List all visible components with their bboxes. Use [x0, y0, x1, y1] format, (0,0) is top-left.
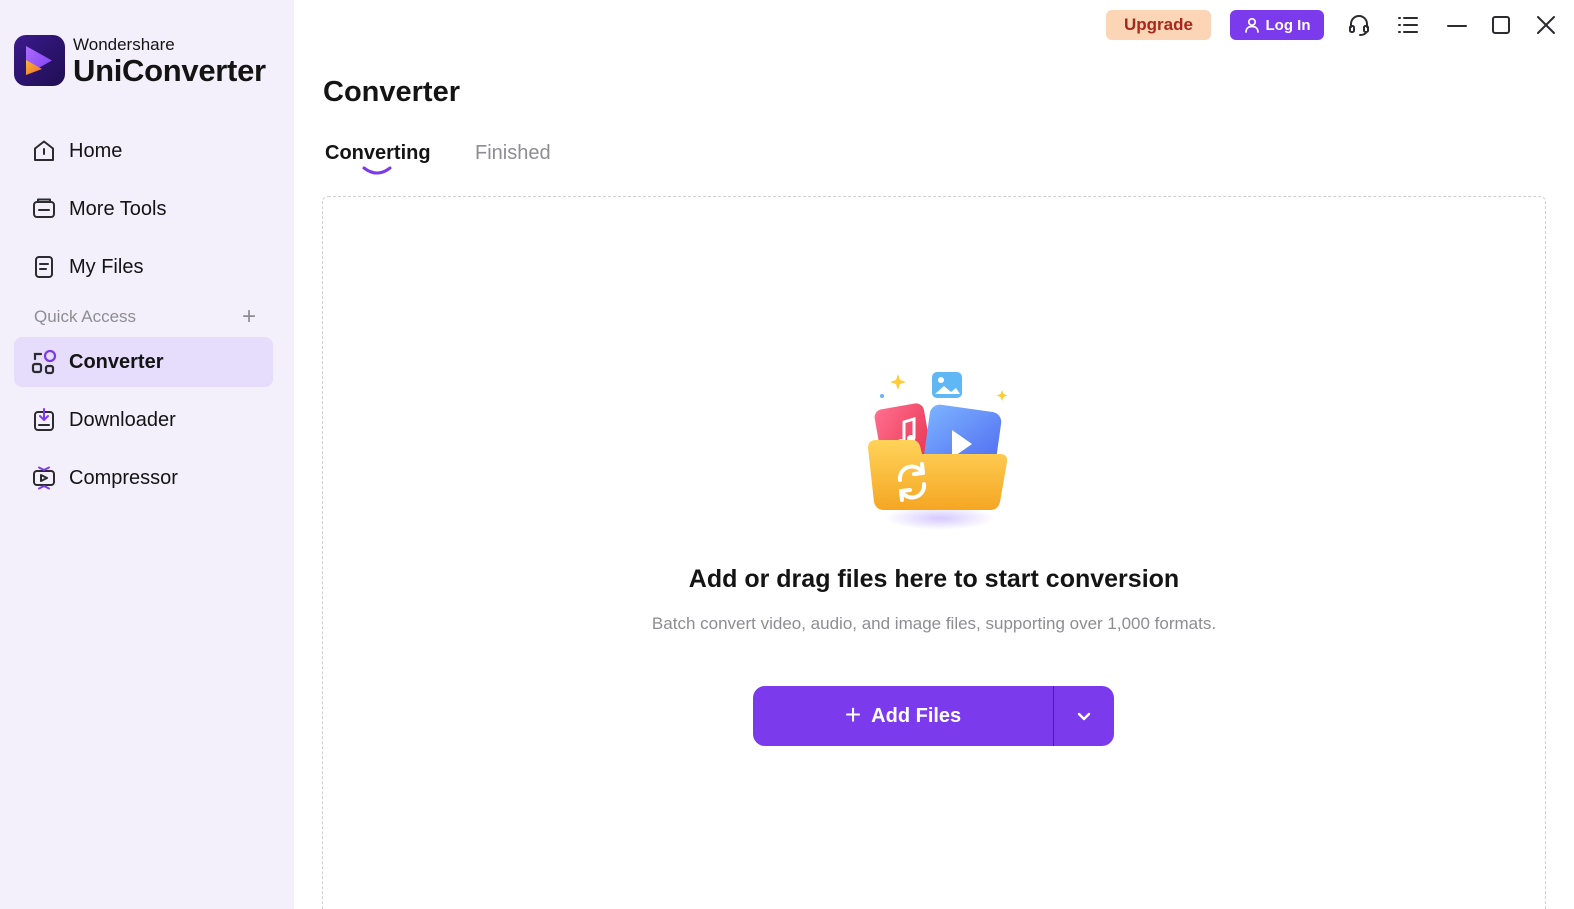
toolbox-icon	[30, 195, 58, 223]
page-title: Converter	[323, 76, 460, 108]
close-icon[interactable]	[1533, 12, 1559, 38]
chevron-down-icon	[1077, 712, 1091, 721]
brand: Wondershare UniConverter	[14, 34, 266, 86]
add-files-illustration-icon	[860, 368, 1020, 538]
maximize-icon[interactable]	[1488, 12, 1514, 38]
sidebar: Wondershare UniConverter Home More Tools	[0, 0, 294, 909]
sidebar-item-label: Converter	[69, 350, 164, 373]
sidebar-item-more-tools[interactable]: More Tools	[14, 184, 273, 234]
quick-access-header: Quick Access +	[34, 305, 256, 329]
minimize-icon[interactable]	[1444, 12, 1470, 38]
tab-converting[interactable]: Converting	[325, 142, 431, 165]
add-files-label: Add Files	[871, 704, 962, 727]
login-button[interactable]: Log In	[1230, 10, 1324, 40]
home-icon	[30, 137, 58, 165]
upgrade-button[interactable]: Upgrade	[1106, 10, 1211, 40]
file-dropzone[interactable]	[322, 196, 1546, 909]
add-files-dropdown-button[interactable]	[1054, 686, 1114, 746]
sidebar-item-label: Downloader	[69, 408, 176, 431]
sidebar-item-converter[interactable]: Converter	[14, 337, 273, 387]
add-files-button-group: + Add Files	[753, 686, 1114, 746]
add-quick-access-icon[interactable]: +	[242, 305, 256, 329]
compressor-icon	[30, 464, 58, 492]
converter-icon	[30, 348, 58, 376]
uniconverter-logo-icon	[14, 34, 65, 86]
sidebar-item-label: More Tools	[69, 197, 167, 220]
menu-icon[interactable]	[1395, 12, 1421, 38]
sidebar-item-label: Compressor	[69, 466, 178, 489]
sidebar-item-home[interactable]: Home	[14, 126, 273, 176]
sidebar-item-compressor[interactable]: Compressor	[14, 453, 273, 503]
dropzone-headline: Add or drag files here to start conversi…	[688, 565, 1180, 593]
quick-access-label: Quick Access	[34, 307, 137, 326]
dropzone-subline: Batch convert video, audio, and image fi…	[651, 614, 1217, 633]
tab-finished[interactable]: Finished	[475, 142, 551, 165]
file-icon	[30, 253, 58, 281]
tab-active-indicator	[362, 166, 392, 175]
sidebar-item-label: My Files	[69, 255, 144, 278]
add-files-button[interactable]: + Add Files	[753, 686, 1053, 746]
login-label: Log In	[1265, 16, 1311, 34]
brand-title: UniConverter	[73, 53, 266, 88]
downloader-icon	[30, 406, 58, 434]
sidebar-item-my-files[interactable]: My Files	[14, 242, 273, 292]
headset-icon[interactable]	[1346, 12, 1372, 38]
brand-subtitle: Wondershare	[73, 35, 175, 54]
plus-icon: +	[844, 698, 862, 730]
user-icon	[1244, 17, 1259, 33]
sidebar-item-label: Home	[69, 139, 123, 162]
sidebar-item-downloader[interactable]: Downloader	[14, 395, 273, 445]
